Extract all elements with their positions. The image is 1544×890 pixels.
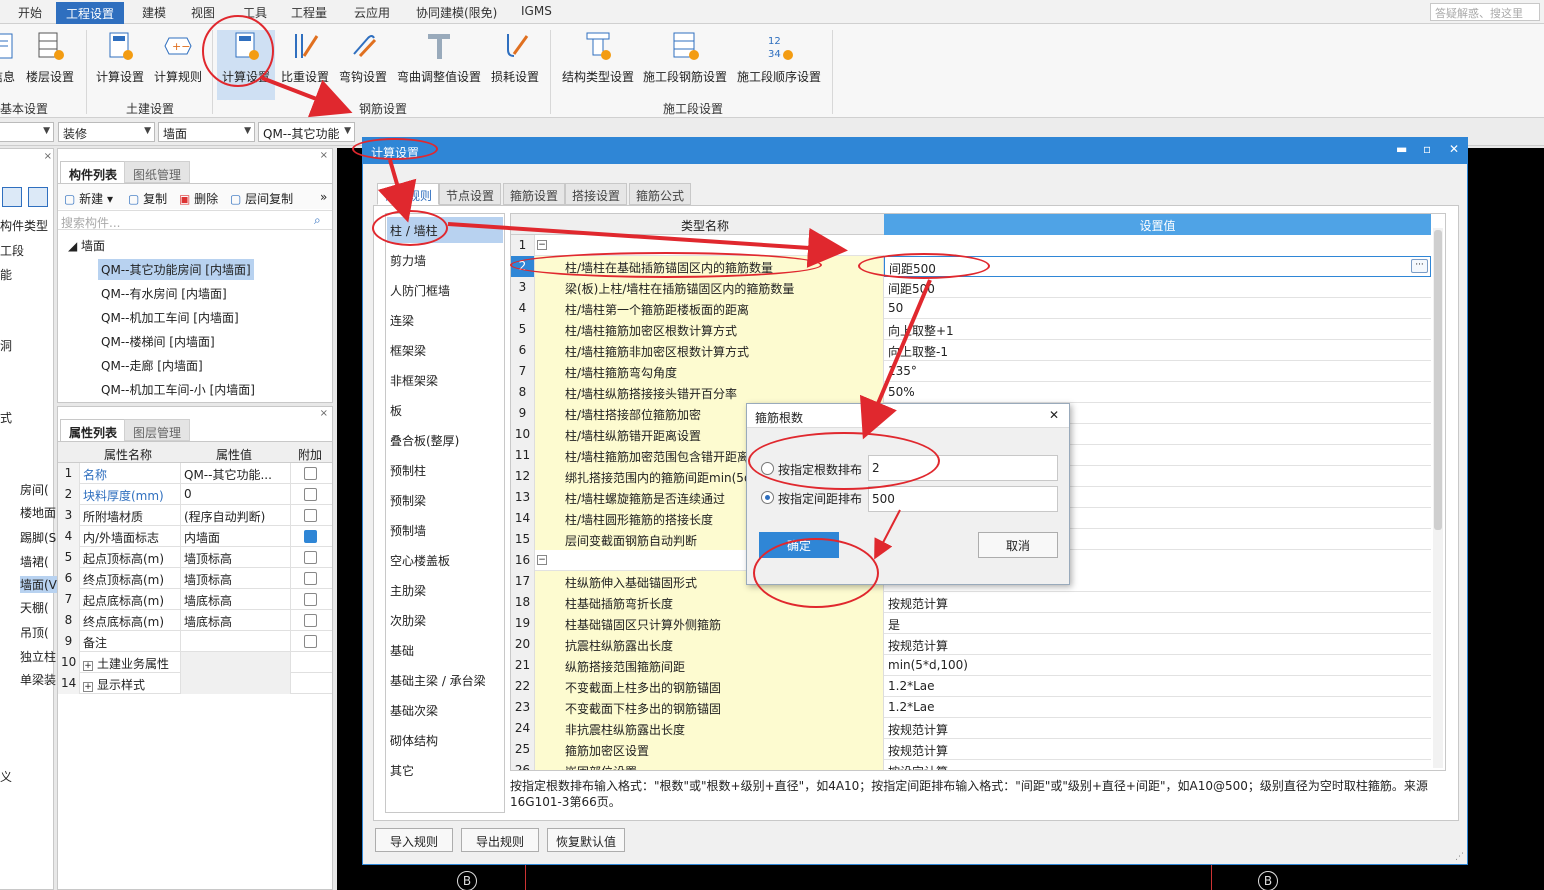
annotation-arrows xyxy=(261,76,932,560)
